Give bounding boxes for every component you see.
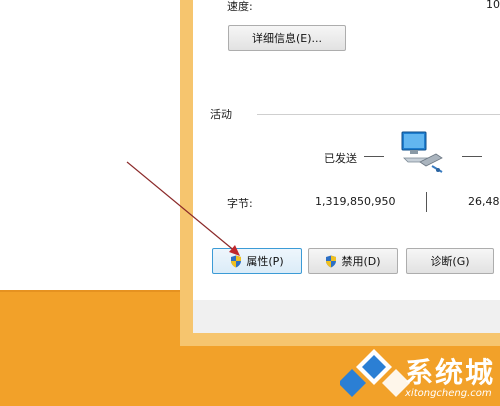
diagnose-button[interactable]: 诊断(G) [406,248,494,274]
bytes-sent-value: 1,319,850,950 [315,195,396,208]
shield-icon [231,255,242,267]
network-computers-icon [401,131,443,173]
sent-dash [364,156,384,157]
properties-button-label: 属性(P) [246,255,284,268]
speed-value: 10 [486,0,500,11]
received-dash [462,156,482,157]
disable-button[interactable]: 禁用(D) [308,248,398,274]
watermark-brand: 系统城 [405,356,496,389]
sent-label: 已发送 [324,152,357,165]
activity-divider [257,114,500,115]
activity-section-label: 活动 [210,108,232,121]
watermark-url: xitongcheng.com [405,388,492,399]
bytes-divider [426,192,427,212]
bytes-received-value: 26,48 [468,195,500,208]
speed-label: 速度: [227,0,253,13]
shield-icon [326,255,337,267]
properties-button[interactable]: 属性(P) [212,248,302,274]
disable-button-label: 禁用(D) [341,255,381,268]
details-button[interactable]: 详细信息(E)... [228,25,346,51]
bytes-label: 字节: [227,197,253,210]
desktop-shade [0,290,182,292]
